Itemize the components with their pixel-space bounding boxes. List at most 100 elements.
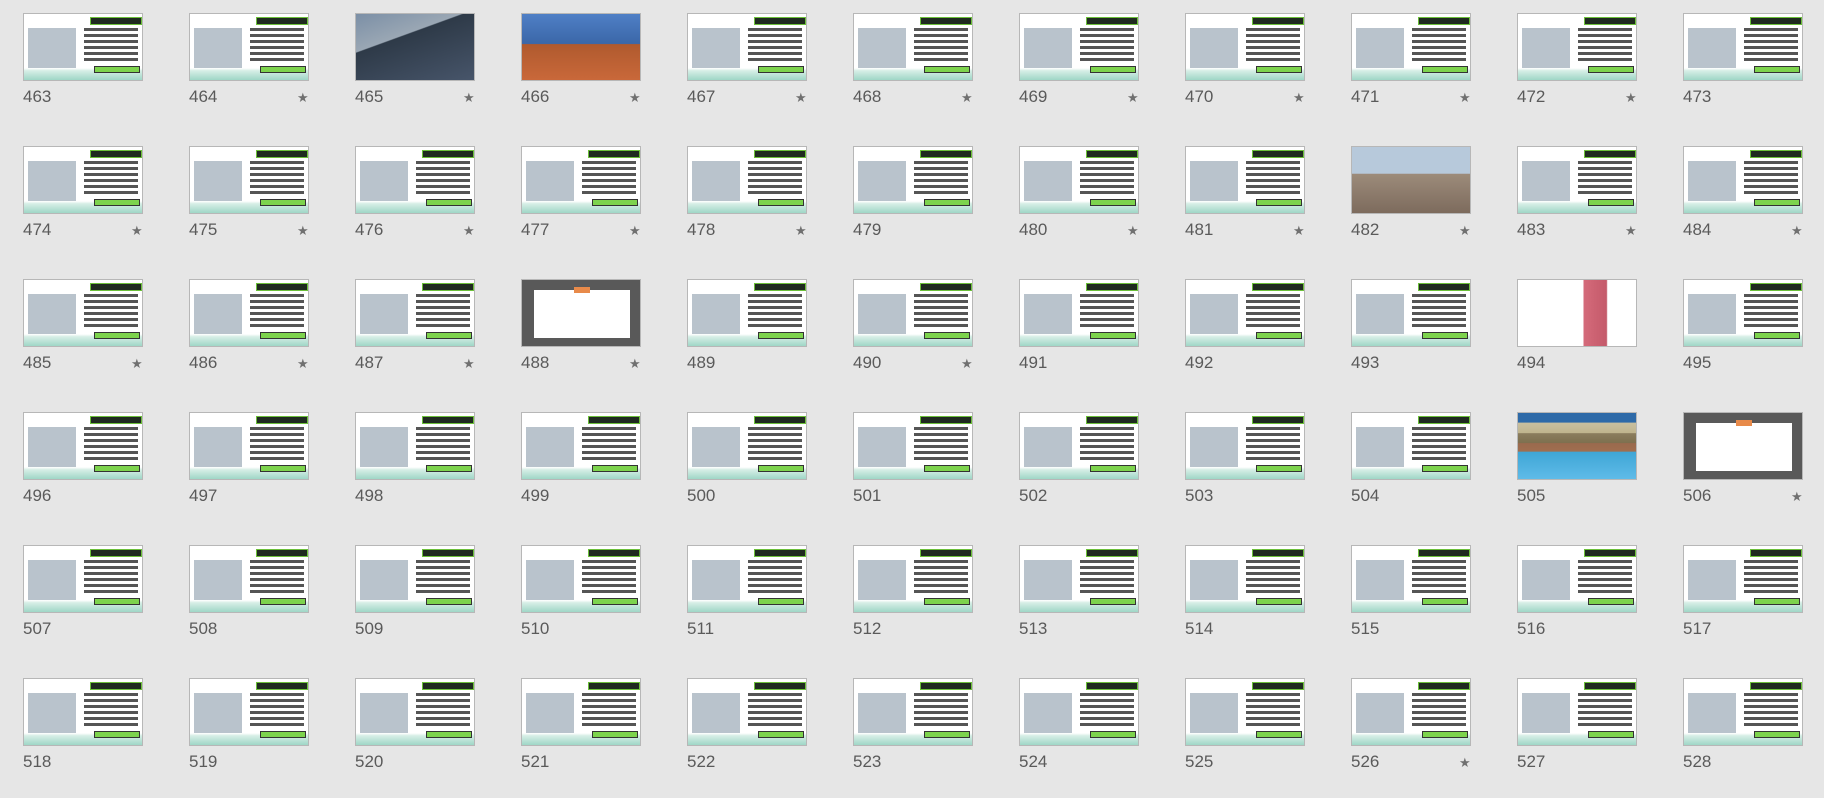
slide-thumbnail[interactable] xyxy=(1351,279,1471,347)
slide-thumbnail[interactable] xyxy=(521,13,641,81)
slide-thumbnail-item[interactable]: 511 xyxy=(687,545,807,665)
slide-thumbnail[interactable] xyxy=(1683,279,1803,347)
slide-thumbnail-item[interactable]: 484 ★ xyxy=(1683,146,1803,266)
slide-thumbnail[interactable] xyxy=(1517,279,1637,347)
slide-thumbnail-item[interactable]: 515 xyxy=(1351,545,1471,665)
slide-thumbnail[interactable] xyxy=(1019,279,1139,347)
slide-thumbnail-item[interactable]: 490 ★ xyxy=(853,279,973,399)
slide-thumbnail[interactable] xyxy=(853,279,973,347)
slide-thumbnail[interactable] xyxy=(1019,146,1139,214)
slide-thumbnail[interactable] xyxy=(1683,146,1803,214)
slide-thumbnail-item[interactable]: 473 xyxy=(1683,13,1803,133)
slide-thumbnail-item[interactable]: 513 xyxy=(1019,545,1139,665)
slide-thumbnail[interactable] xyxy=(189,279,309,347)
slide-thumbnail-item[interactable]: 516 xyxy=(1517,545,1637,665)
slide-thumbnail[interactable] xyxy=(521,279,641,347)
slide-thumbnail-item[interactable]: 518 xyxy=(23,678,143,798)
slide-thumbnail[interactable] xyxy=(853,678,973,746)
slide-thumbnail-item[interactable]: 480 ★ xyxy=(1019,146,1139,266)
slide-thumbnail-item[interactable]: 471 ★ xyxy=(1351,13,1471,133)
slide-thumbnail[interactable] xyxy=(1185,279,1305,347)
slide-thumbnail-item[interactable]: 503 xyxy=(1185,412,1305,532)
slide-thumbnail[interactable] xyxy=(687,146,807,214)
slide-thumbnail-item[interactable]: 500 xyxy=(687,412,807,532)
slide-thumbnail[interactable] xyxy=(687,279,807,347)
slide-thumbnail[interactable] xyxy=(1683,13,1803,81)
slide-thumbnail[interactable] xyxy=(521,678,641,746)
slide-thumbnail[interactable] xyxy=(1351,146,1471,214)
slide-thumbnail[interactable] xyxy=(189,13,309,81)
slide-thumbnail-item[interactable]: 517 xyxy=(1683,545,1803,665)
slide-thumbnail[interactable] xyxy=(23,545,143,613)
slide-thumbnail-item[interactable]: 466 ★ xyxy=(521,13,641,133)
slide-thumbnail-item[interactable]: 472 ★ xyxy=(1517,13,1637,133)
slide-thumbnail-item[interactable]: 467 ★ xyxy=(687,13,807,133)
slide-thumbnail-item[interactable]: 474 ★ xyxy=(23,146,143,266)
slide-thumbnail-item[interactable]: 485 ★ xyxy=(23,279,143,399)
slide-thumbnail[interactable] xyxy=(355,279,475,347)
slide-thumbnail-item[interactable]: 527 xyxy=(1517,678,1637,798)
slide-thumbnail-item[interactable]: 469 ★ xyxy=(1019,13,1139,133)
slide-thumbnail[interactable] xyxy=(355,146,475,214)
slide-thumbnail[interactable] xyxy=(1683,545,1803,613)
slide-thumbnail-item[interactable]: 486 ★ xyxy=(189,279,309,399)
slide-thumbnail-item[interactable]: 528 xyxy=(1683,678,1803,798)
slide-thumbnail-item[interactable]: 478 ★ xyxy=(687,146,807,266)
slide-thumbnail[interactable] xyxy=(853,412,973,480)
slide-thumbnail[interactable] xyxy=(1019,13,1139,81)
slide-thumbnail[interactable] xyxy=(687,545,807,613)
slide-thumbnail[interactable] xyxy=(1517,412,1637,480)
slide-thumbnail-item[interactable]: 493 xyxy=(1351,279,1471,399)
slide-thumbnail-item[interactable]: 509 xyxy=(355,545,475,665)
slide-thumbnail[interactable] xyxy=(1351,412,1471,480)
slide-thumbnail-item[interactable]: 495 xyxy=(1683,279,1803,399)
slide-thumbnail[interactable] xyxy=(687,13,807,81)
slide-thumbnail[interactable] xyxy=(1185,412,1305,480)
slide-thumbnail-item[interactable]: 492 xyxy=(1185,279,1305,399)
slide-thumbnail-item[interactable]: 519 xyxy=(189,678,309,798)
slide-thumbnail-item[interactable]: 504 xyxy=(1351,412,1471,532)
slide-thumbnail-item[interactable]: 463 xyxy=(23,13,143,133)
slide-thumbnail[interactable] xyxy=(23,412,143,480)
slide-thumbnail-item[interactable]: 464 ★ xyxy=(189,13,309,133)
slide-thumbnail-item[interactable]: 526 ★ xyxy=(1351,678,1471,798)
slide-thumbnail[interactable] xyxy=(1185,678,1305,746)
slide-thumbnail-item[interactable]: 488 ★ xyxy=(521,279,641,399)
slide-thumbnail[interactable] xyxy=(521,545,641,613)
slide-thumbnail-item[interactable]: 514 xyxy=(1185,545,1305,665)
slide-thumbnail-item[interactable]: 481 ★ xyxy=(1185,146,1305,266)
slide-thumbnail[interactable] xyxy=(521,412,641,480)
slide-thumbnail[interactable] xyxy=(189,412,309,480)
slide-thumbnail-item[interactable]: 477 ★ xyxy=(521,146,641,266)
slide-thumbnail[interactable] xyxy=(1351,13,1471,81)
slide-thumbnail-item[interactable]: 510 xyxy=(521,545,641,665)
slide-thumbnail-item[interactable]: 479 xyxy=(853,146,973,266)
slide-thumbnail[interactable] xyxy=(1185,13,1305,81)
slide-thumbnail[interactable] xyxy=(189,545,309,613)
slide-thumbnail-item[interactable]: 522 xyxy=(687,678,807,798)
slide-thumbnail[interactable] xyxy=(355,412,475,480)
slide-thumbnail-item[interactable]: 520 xyxy=(355,678,475,798)
slide-thumbnail-item[interactable]: 482 ★ xyxy=(1351,146,1471,266)
slide-thumbnail[interactable] xyxy=(355,545,475,613)
slide-thumbnail[interactable] xyxy=(1185,545,1305,613)
slide-thumbnail-item[interactable]: 483 ★ xyxy=(1517,146,1637,266)
slide-thumbnail-item[interactable]: 506 ★ xyxy=(1683,412,1803,532)
slide-thumbnail-item[interactable]: 487 ★ xyxy=(355,279,475,399)
slide-thumbnail-item[interactable]: 468 ★ xyxy=(853,13,973,133)
slide-thumbnail[interactable] xyxy=(1683,678,1803,746)
slide-thumbnail-item[interactable]: 498 xyxy=(355,412,475,532)
slide-thumbnail-item[interactable]: 502 xyxy=(1019,412,1139,532)
slide-thumbnail-item[interactable]: 505 xyxy=(1517,412,1637,532)
slide-thumbnail-item[interactable]: 491 xyxy=(1019,279,1139,399)
slide-thumbnail[interactable] xyxy=(1517,13,1637,81)
slide-thumbnail[interactable] xyxy=(1683,412,1803,480)
slide-thumbnail[interactable] xyxy=(1185,146,1305,214)
slide-thumbnail[interactable] xyxy=(1351,678,1471,746)
slide-thumbnail[interactable] xyxy=(1517,146,1637,214)
slide-thumbnail[interactable] xyxy=(23,279,143,347)
slide-thumbnail-item[interactable]: 524 xyxy=(1019,678,1139,798)
slide-thumbnail-item[interactable]: 507 xyxy=(23,545,143,665)
slide-thumbnail[interactable] xyxy=(853,146,973,214)
slide-thumbnail[interactable] xyxy=(1019,678,1139,746)
